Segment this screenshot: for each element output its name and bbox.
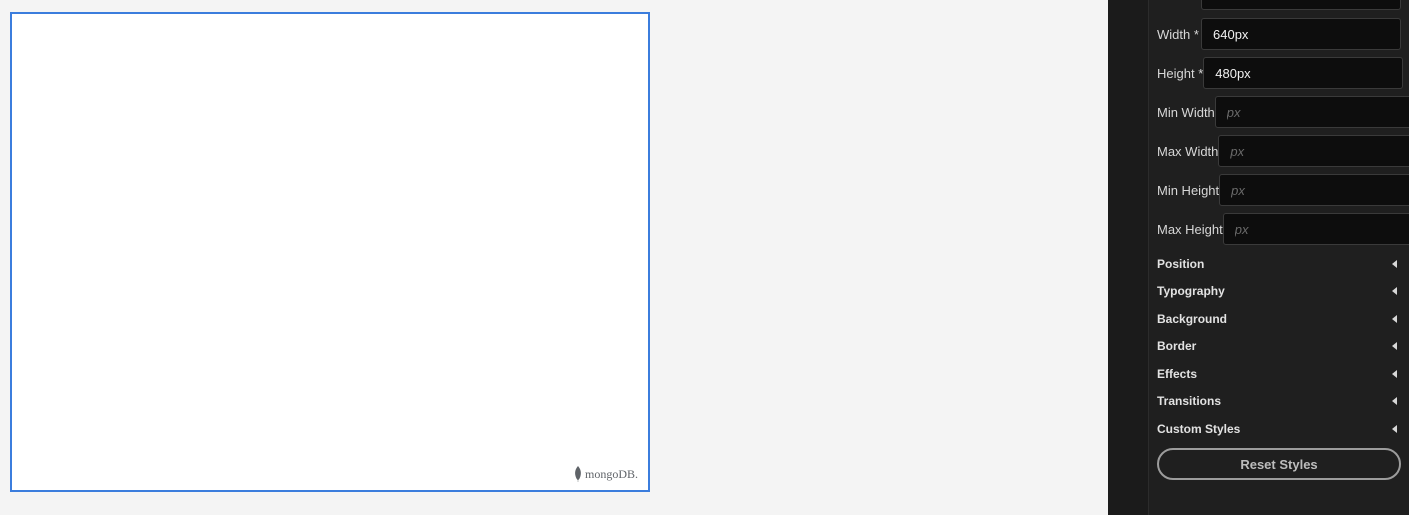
selected-chart-frame[interactable]: mongoDB. — [10, 12, 650, 492]
min-height-input[interactable] — [1219, 174, 1409, 206]
max-height-label: Max Height — [1157, 221, 1223, 237]
caret-left-icon — [1392, 260, 1397, 268]
min-width-row: Min Width — [1157, 96, 1409, 128]
workspace-canvas-area: mongoDB. — [0, 0, 1108, 515]
section-transitions[interactable]: Transitions — [1157, 390, 1397, 412]
reset-styles-button[interactable]: Reset Styles — [1157, 448, 1401, 480]
cut-off-row — [1157, 0, 1401, 10]
section-label: Custom Styles — [1157, 422, 1241, 436]
section-typography[interactable]: Typography — [1157, 280, 1397, 302]
caret-left-icon — [1392, 342, 1397, 350]
caret-left-icon — [1392, 287, 1397, 295]
section-label: Background — [1157, 312, 1228, 326]
min-width-input[interactable] — [1214, 96, 1409, 128]
section-position[interactable]: Position — [1157, 253, 1397, 275]
max-height-row: Max Height — [1157, 213, 1409, 245]
mongodb-wordmark: mongoDB. — [584, 466, 638, 481]
width-input[interactable] — [1201, 18, 1401, 50]
min-height-label: Min Height — [1157, 182, 1220, 198]
caret-left-icon — [1392, 397, 1397, 405]
max-width-label: Max Width — [1157, 143, 1219, 159]
min-height-row: Min Height — [1157, 174, 1409, 206]
section-label: Position — [1157, 257, 1205, 271]
max-height-input[interactable] — [1222, 213, 1409, 245]
section-effects[interactable]: Effects — [1157, 363, 1397, 385]
section-custom-styles[interactable]: Custom Styles — [1157, 418, 1397, 440]
caret-left-icon — [1392, 315, 1397, 323]
mongodb-leaf-icon — [575, 466, 581, 482]
section-label: Typography — [1157, 284, 1225, 298]
style-panel: Width * Height * Min Width Max Width Min… — [1148, 0, 1409, 515]
caret-left-icon — [1392, 425, 1397, 433]
section-label: Border — [1157, 339, 1197, 353]
section-label: Effects — [1157, 367, 1198, 381]
height-input[interactable] — [1203, 57, 1404, 89]
panel-gutter — [1108, 0, 1148, 515]
cut-off-input[interactable] — [1201, 0, 1401, 10]
height-row: Height * — [1157, 57, 1404, 89]
section-label: Transitions — [1157, 394, 1222, 408]
mongodb-watermark: mongoDB. — [574, 466, 638, 482]
min-width-label: Min Width — [1157, 104, 1215, 120]
section-border[interactable]: Border — [1157, 335, 1397, 357]
max-width-row: Max Width — [1157, 135, 1409, 167]
height-label: Height * — [1157, 65, 1204, 81]
section-background[interactable]: Background — [1157, 308, 1397, 330]
caret-left-icon — [1392, 370, 1397, 378]
max-width-input[interactable] — [1218, 135, 1409, 167]
width-label: Width * — [1157, 26, 1199, 42]
width-row: Width * — [1157, 18, 1401, 50]
